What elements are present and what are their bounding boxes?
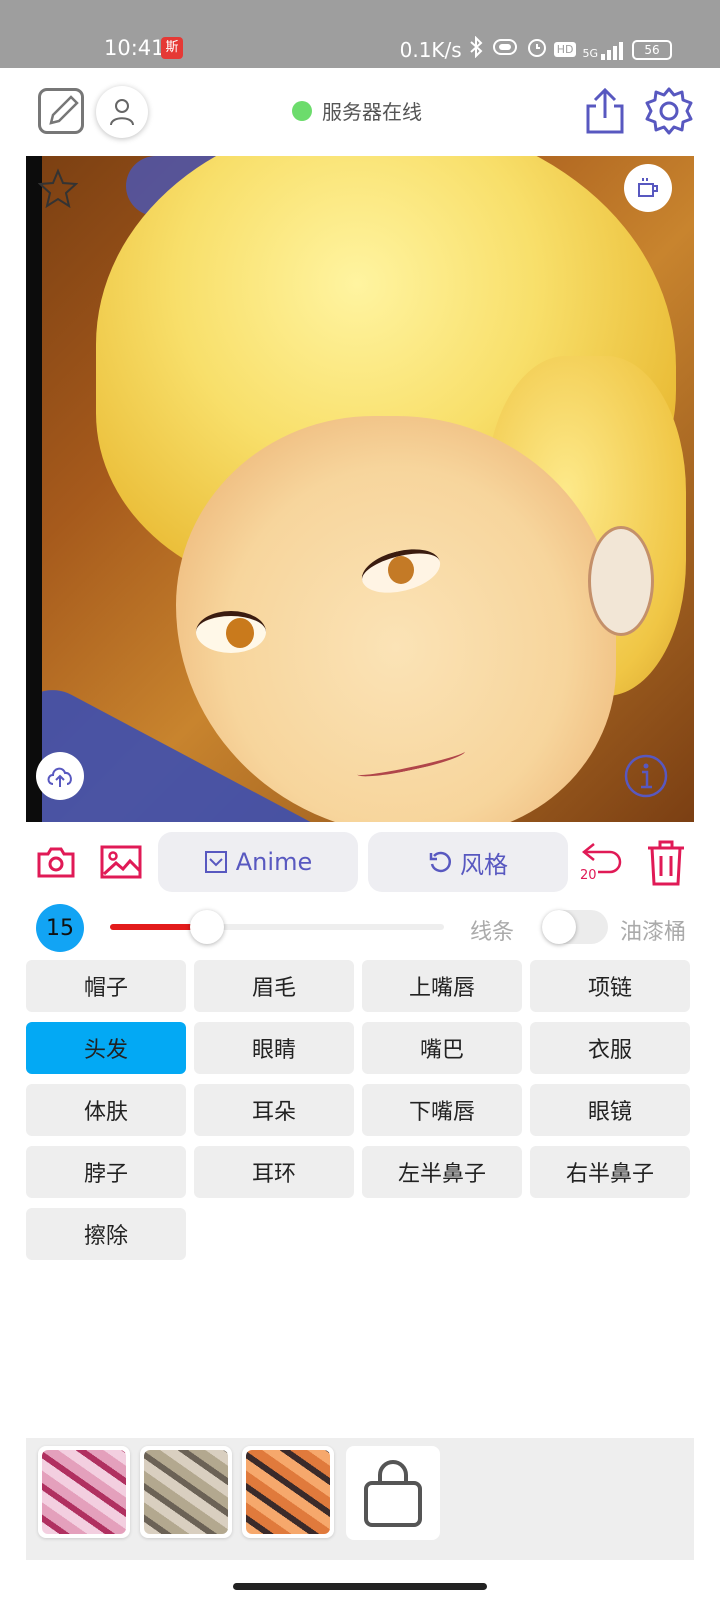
slider-thumb[interactable] (189, 910, 224, 944)
edit-mode-button[interactable] (38, 88, 84, 134)
cloud-upload-button[interactable] (36, 752, 84, 800)
favorite-button[interactable] (38, 168, 78, 208)
info-button[interactable] (622, 752, 670, 800)
canvas-art (226, 618, 254, 648)
share-button[interactable] (582, 86, 628, 136)
checkbox-icon (204, 851, 227, 873)
bluetooth-icon (468, 35, 484, 63)
camera-button[interactable] (36, 844, 76, 880)
trash-icon (648, 840, 684, 886)
texture-swatch[interactable] (242, 1446, 334, 1538)
part-button[interactable]: 下嘴唇 (362, 1084, 522, 1136)
canvas-edge (26, 156, 42, 822)
part-button[interactable]: 眉毛 (194, 960, 354, 1012)
lines-label: 线条 (470, 920, 515, 945)
part-button[interactable]: 上嘴唇 (362, 960, 522, 1012)
signal-icon: 5G (582, 40, 626, 60)
shop-button[interactable] (346, 1446, 440, 1540)
part-button[interactable]: 眼镜 (530, 1084, 690, 1136)
canvas-art (388, 556, 414, 584)
part-button[interactable]: 脖子 (26, 1146, 186, 1198)
style-button[interactable]: 风格 (368, 832, 568, 892)
status-icons: 0.1K/s HD 5G 56 (399, 35, 672, 63)
clear-button[interactable] (644, 838, 688, 888)
settings-button[interactable] (644, 86, 694, 136)
part-button[interactable]: 项链 (530, 960, 690, 1012)
swatch-image (144, 1450, 228, 1534)
notification-badge: 斯 (161, 37, 183, 59)
brush-size-slider[interactable] (110, 924, 444, 930)
network-speed: 0.1K/s (399, 37, 462, 62)
home-indicator (233, 1583, 487, 1590)
vibrate-icon (490, 37, 520, 62)
undo-count: 20 (580, 868, 597, 883)
part-button[interactable]: 右半鼻子 (530, 1146, 690, 1198)
texture-swatch[interactable] (140, 1446, 232, 1538)
brush-size-badge: 15 (36, 904, 84, 952)
share-icon (586, 87, 624, 134)
part-button[interactable]: 体肤 (26, 1084, 186, 1136)
server-status-label: 服务器在线 (322, 100, 422, 124)
pencil-icon (49, 95, 79, 125)
refresh-icon (429, 851, 452, 873)
style-label: 风格 (460, 850, 508, 879)
signal-label: 5G (582, 46, 598, 60)
part-button[interactable]: 帽子 (26, 960, 186, 1012)
bucket-label: 油漆桶 (620, 920, 687, 945)
part-button[interactable]: 眼睛 (194, 1022, 354, 1074)
online-indicator (292, 100, 312, 121)
anime-label: Anime (235, 848, 313, 876)
user-icon (110, 99, 134, 126)
part-button[interactable]: 擦除 (26, 1208, 186, 1260)
parts-grid: 帽子 眉毛 上嘴唇 项链头发 眼睛 嘴巴 衣服体肤 耳朵 下嘴唇 眼镜脖子 耳环 左半鼻子 右半鼻子擦除 (26, 960, 694, 1260)
part-button[interactable]: 头发 (26, 1022, 186, 1074)
cloud-upload-icon (47, 767, 72, 787)
swatch-image (246, 1450, 330, 1534)
hd-icon: HD (553, 42, 577, 57)
canvas-art (588, 526, 654, 636)
drawing-canvas[interactable] (26, 156, 694, 822)
toggle-knob (542, 910, 576, 944)
star-icon (38, 168, 78, 208)
info-icon (624, 754, 668, 798)
server-status: 服务器在线 (292, 96, 422, 125)
gear-icon (645, 87, 693, 135)
status-bar: 10:41 斯 0.1K/s HD 5G 56 (0, 0, 720, 68)
anime-mode-button[interactable]: Anime (158, 832, 358, 892)
image-icon (100, 845, 142, 879)
coffee-button[interactable] (624, 164, 672, 212)
coffee-cup-icon (638, 178, 658, 197)
camera-icon (37, 847, 75, 878)
status-time: 10:41 (104, 36, 165, 60)
bucket-toggle[interactable] (542, 910, 608, 944)
alarm-icon (526, 36, 548, 63)
part-button[interactable]: 左半鼻子 (362, 1146, 522, 1198)
gallery-button[interactable] (100, 844, 142, 880)
battery-icon: 56 (632, 39, 672, 60)
shopping-bag-icon (364, 1460, 422, 1527)
part-button[interactable]: 耳朵 (194, 1084, 354, 1136)
part-button[interactable]: 衣服 (530, 1022, 690, 1074)
part-button[interactable]: 耳环 (194, 1146, 354, 1198)
profile-button[interactable] (96, 86, 148, 138)
texture-palette (26, 1438, 694, 1560)
texture-swatch[interactable] (38, 1446, 130, 1538)
swatch-image (42, 1450, 126, 1534)
part-button[interactable]: 嘴巴 (362, 1022, 522, 1074)
